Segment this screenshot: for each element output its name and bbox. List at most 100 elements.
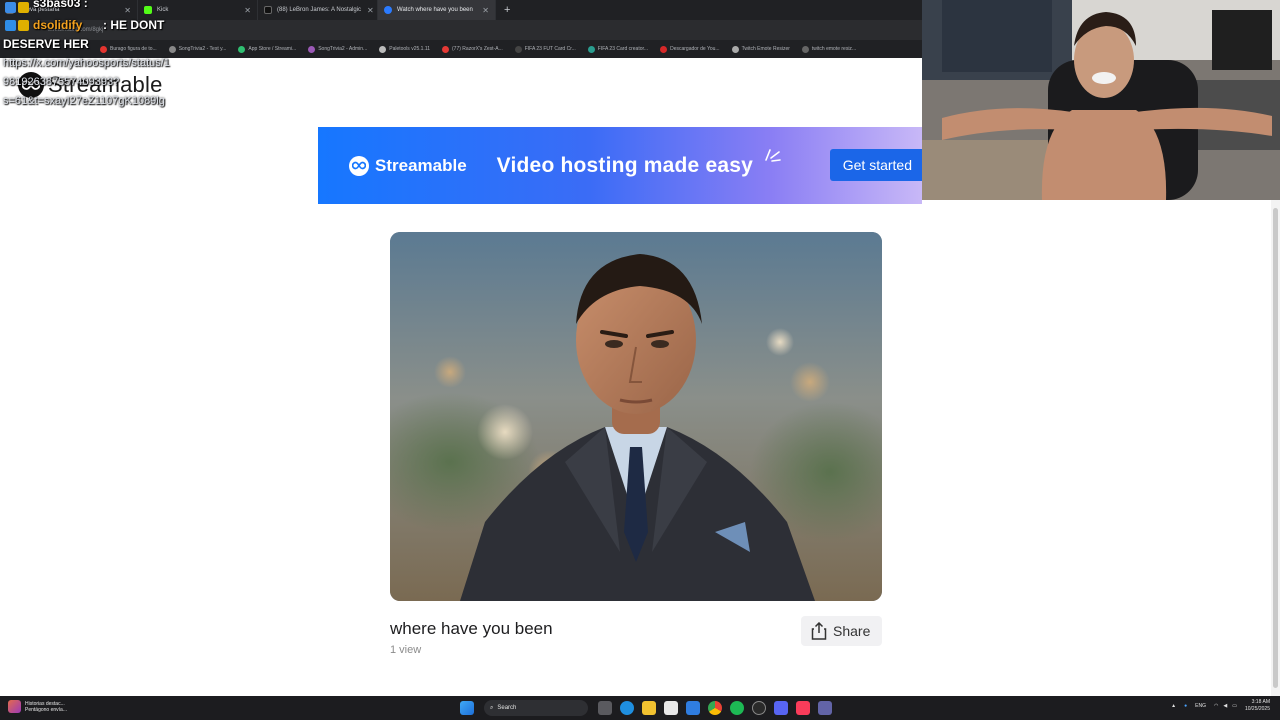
taskbar-apps: ⌕ Search xyxy=(456,699,836,717)
bookmark-label: SongTrivia2 - Admin... xyxy=(318,46,368,52)
taskbar-search[interactable]: ⌕ Search xyxy=(484,700,588,716)
webcam-feed xyxy=(922,0,1280,200)
search-icon: ⌕ xyxy=(490,704,494,711)
bookmark-item[interactable]: FIFA 23 Card creator... xyxy=(587,45,649,53)
bookmark-label: Twitch Emote Resizer xyxy=(741,46,790,52)
language-indicator[interactable]: ENG xyxy=(1195,703,1206,709)
view-count: 1 view xyxy=(390,644,422,656)
tab-streamable-active[interactable]: Watch where have you been ✕ xyxy=(378,0,496,20)
tab-close-icon[interactable]: ✕ xyxy=(238,6,251,15)
widget-subtitle: Pentágono envía... xyxy=(25,706,67,713)
crown-badge-icon xyxy=(18,2,29,13)
chat-username: dsolidify xyxy=(33,18,83,32)
bookmark-item[interactable]: Descargador de You... xyxy=(660,45,720,53)
taskbar-search-label: Search xyxy=(497,705,517,711)
bookmark-label: (77) RazorX's Zest-A... xyxy=(452,46,503,52)
streamable-favicon-icon xyxy=(384,6,392,14)
tab-lebron-video[interactable]: (88) LeBron James: A Nostalgic ✕ xyxy=(258,0,378,20)
bookmark-item[interactable]: App Store / Streami... xyxy=(238,45,296,53)
wifi-icon[interactable]: ◠ xyxy=(1214,703,1218,709)
chat-link: 981926387557409393? xyxy=(3,76,120,88)
battery-icon[interactable]: ▭ xyxy=(1232,703,1237,709)
streamable-loop-icon xyxy=(349,155,369,176)
bookmark-item[interactable]: FIFA 23 FUT Card Cr... xyxy=(514,45,576,53)
bookmark-item[interactable]: Twitch Emote Resizer xyxy=(731,45,790,53)
bookmark-label: SongTrivia2 - Test y... xyxy=(178,46,227,52)
edge-icon[interactable] xyxy=(620,701,634,715)
bookmark-favicon-icon xyxy=(379,45,387,53)
kick-favicon-icon xyxy=(144,6,152,14)
bookmark-item[interactable]: SongTrivia2 - Admin... xyxy=(308,45,368,53)
music-icon[interactable] xyxy=(796,701,810,715)
spotify-icon[interactable] xyxy=(730,701,744,715)
bookmark-item[interactable]: (77) RazorX's Zest-A... xyxy=(442,45,503,53)
task-view-icon[interactable] xyxy=(598,701,612,715)
volume-icon[interactable]: ◀ xyxy=(1223,703,1227,709)
mail-icon[interactable] xyxy=(686,701,700,715)
chat-badge-icon xyxy=(5,20,16,31)
scrollbar-thumb[interactable] xyxy=(1273,208,1278,688)
bookmark-favicon-icon xyxy=(731,45,739,53)
bookmark-favicon-icon xyxy=(100,45,107,53)
tab-close-icon[interactable]: ✕ xyxy=(118,6,131,15)
chat-badge-icon xyxy=(5,2,16,13)
bookmark-label: twitch emote resiz... xyxy=(811,46,857,52)
tab-label: Kick xyxy=(157,7,169,13)
bookmark-favicon-icon xyxy=(587,45,595,53)
news-widget-icon xyxy=(8,700,21,713)
share-button[interactable]: Share xyxy=(801,616,882,646)
windows-start-icon[interactable] xyxy=(460,701,474,715)
bookmark-favicon-icon xyxy=(660,45,668,53)
tray-app-icon[interactable]: ● xyxy=(1184,703,1187,709)
taskbar-clock[interactable]: 3:18 AM 10/25/2025 xyxy=(1245,699,1270,713)
bookmark-item[interactable]: twitch emote resiz... xyxy=(801,45,857,53)
tab-close-icon[interactable]: ✕ xyxy=(361,6,374,15)
tab-close-icon[interactable]: ✕ xyxy=(476,6,489,15)
bookmark-item[interactable]: Paletools v25.1.11 xyxy=(379,45,431,53)
chat-link: s=61&t=sxayI27eZ1107gK1089lg xyxy=(3,95,165,107)
get-started-button[interactable]: Get started xyxy=(829,149,922,181)
bookmark-item[interactable]: SongTrivia2 - Test y... xyxy=(168,45,227,53)
discord-icon[interactable] xyxy=(774,701,788,715)
tab-label: Watch where have you been xyxy=(397,7,473,13)
bookmark-favicon-icon xyxy=(801,45,809,53)
bookmark-label: Descargador de You... xyxy=(670,46,720,52)
taskbar-news-widget[interactable]: Historias destac... Pentágono envía... xyxy=(8,700,67,713)
sparkle-icon xyxy=(765,149,781,162)
tray-chevron-up-icon[interactable]: ▲ xyxy=(1171,703,1176,709)
bookmark-favicon-icon xyxy=(238,45,246,53)
bookmark-label: FIFA 23 Card creator... xyxy=(597,46,649,52)
video-player[interactable] xyxy=(390,232,882,601)
bookmark-favicon-icon xyxy=(168,45,176,53)
page-scrollbar[interactable] xyxy=(1271,200,1280,696)
share-label: Share xyxy=(833,623,871,639)
banner-brand-label: Streamable xyxy=(375,155,467,175)
video-thumbnail xyxy=(390,232,882,601)
chrome-icon[interactable] xyxy=(708,701,722,715)
system-tray: ▲ ● ENG ◠ ◀ ▭ 3:18 AM 10/25/2025 xyxy=(1171,699,1270,713)
bookmark-label: FIFA 23 FUT Card Cr... xyxy=(524,46,576,52)
teams-icon[interactable] xyxy=(818,701,832,715)
tab-kick[interactable]: Kick ✕ xyxy=(138,0,258,20)
new-tab-plus-icon[interactable]: + xyxy=(496,4,518,16)
bookmark-favicon-icon xyxy=(442,45,450,53)
chat-link: https://x.com/yahoosports/status/1 xyxy=(3,57,170,69)
banner-brand: Streamable xyxy=(349,155,467,176)
bookmark-label: Burago figura de to... xyxy=(110,46,157,52)
obs-icon[interactable] xyxy=(752,701,766,715)
clock-time: 3:18 AM xyxy=(1251,699,1270,705)
chat-message: DESERVE HER xyxy=(3,37,89,51)
bookmark-item[interactable]: Burago figura de to... xyxy=(100,45,157,53)
bookmark-favicon-icon xyxy=(308,45,316,53)
bookmark-label: Paletools v25.1.11 xyxy=(389,46,431,52)
share-icon xyxy=(811,622,827,640)
clock-date: 10/25/2025 xyxy=(1244,706,1270,712)
file-explorer-icon[interactable] xyxy=(642,701,656,715)
store-icon[interactable] xyxy=(664,701,678,715)
promo-banner[interactable]: Streamable Video hosting made easy Get s… xyxy=(318,127,922,204)
tiktok-favicon-icon xyxy=(264,6,272,14)
bookmark-favicon-icon xyxy=(514,45,522,53)
banner-tagline: Video hosting made easy xyxy=(496,153,753,177)
crown-badge-icon xyxy=(18,20,29,31)
video-title: where have you been xyxy=(390,619,553,638)
